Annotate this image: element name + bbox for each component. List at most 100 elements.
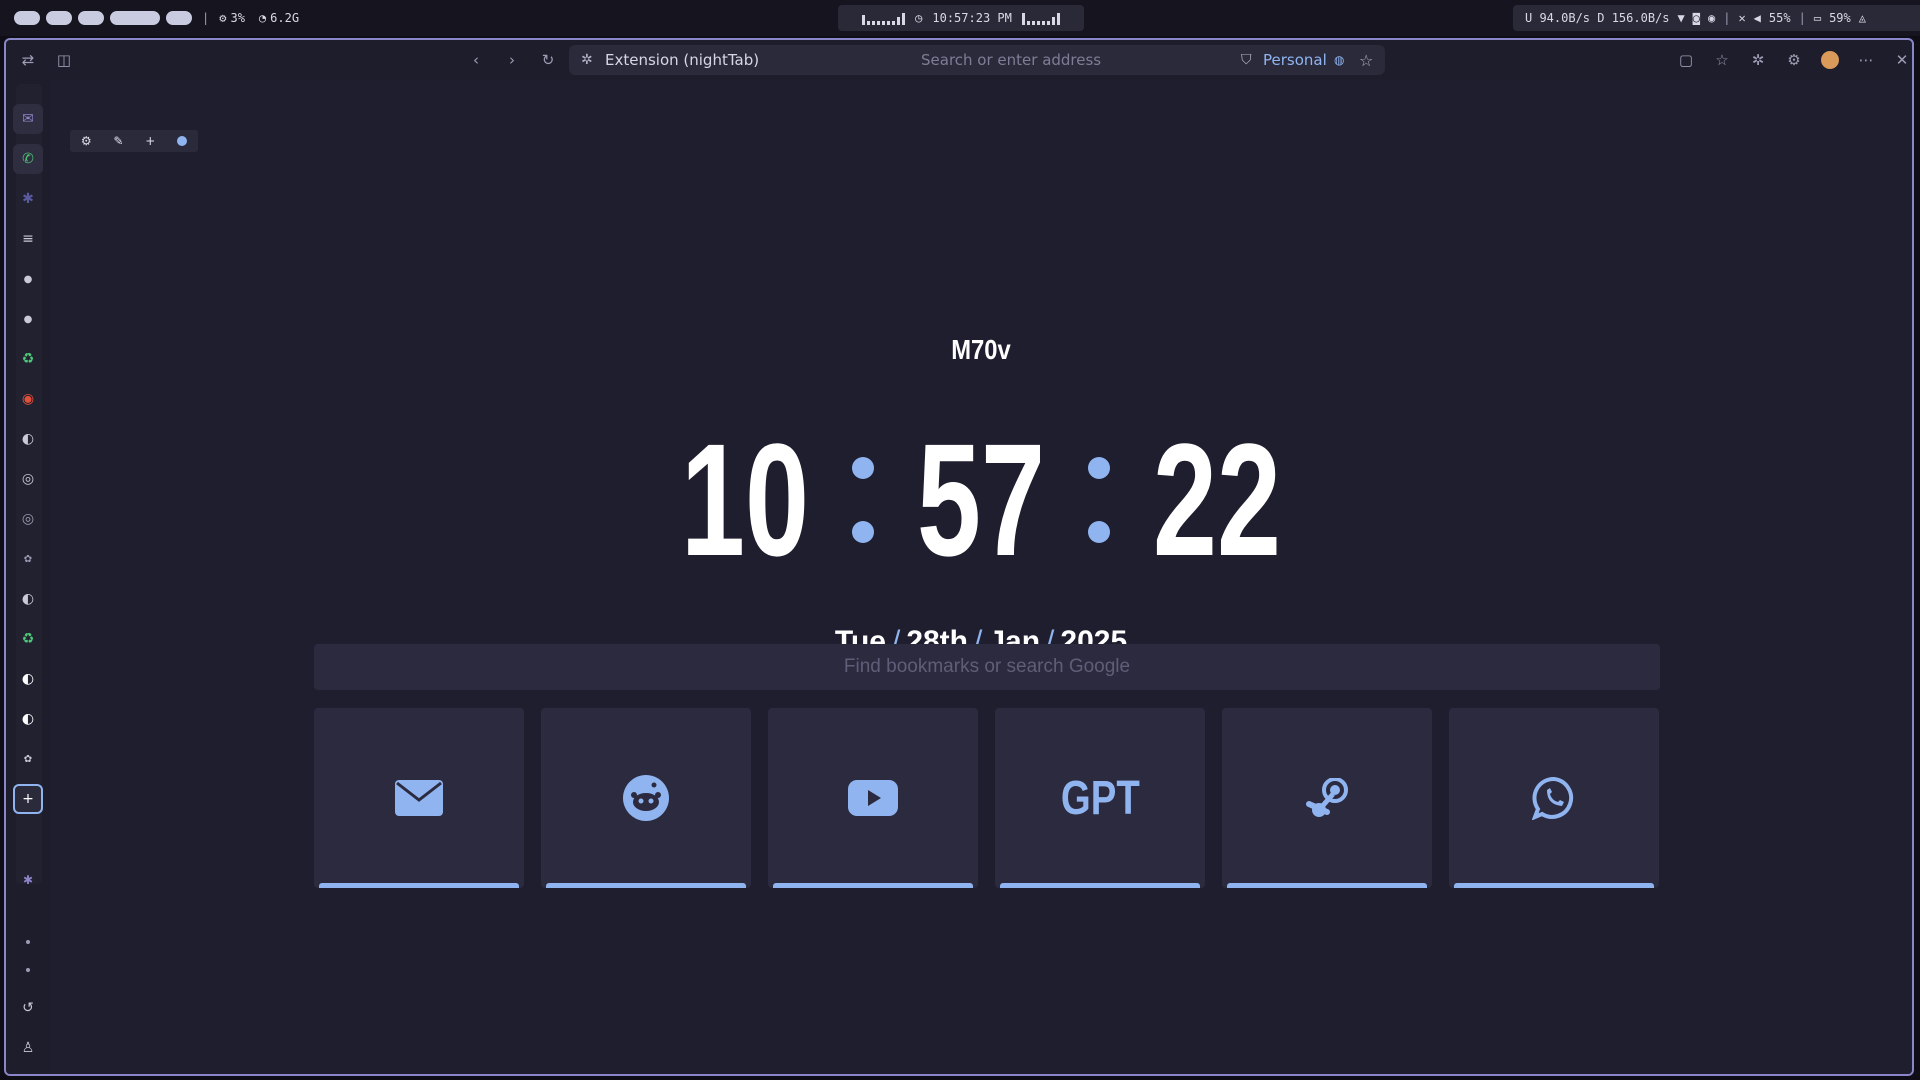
reddit-icon	[623, 775, 669, 821]
reddit-sidebar-icon[interactable]: ◉	[13, 384, 43, 414]
back-icon[interactable]: ‹	[462, 46, 490, 74]
add-icon[interactable]: +	[145, 134, 155, 148]
container-label[interactable]: Personal	[1263, 51, 1327, 69]
bookmark-tile-mail[interactable]	[314, 708, 524, 888]
mic-muted-icon[interactable]: ✕	[1738, 11, 1745, 25]
workspace-5[interactable]	[166, 11, 192, 25]
clock-widget[interactable]: ◷ 10:57:23 PM	[838, 5, 1084, 31]
browser-toolbar: ⇄ ◫ ‹ › ↻ ✲ Extension (nightTab) Search …	[6, 40, 1912, 80]
bookmark-icon[interactable]: ●	[13, 304, 43, 334]
network-speed: U 94.0B/s D 156.0B/s	[1525, 11, 1670, 25]
settings-icon[interactable]: ⚙	[81, 134, 92, 148]
github-icon[interactable]: ◐	[13, 664, 43, 694]
search-input[interactable]: Find bookmarks or search Google	[314, 644, 1660, 690]
chatgpt-icon[interactable]: ✿	[13, 744, 43, 774]
settings-icon[interactable]: ⚙	[1780, 46, 1808, 74]
notification-icon[interactable]: ◬	[1859, 11, 1866, 25]
sidebar-toggle-icon[interactable]: ◫	[50, 46, 78, 74]
swap-icon[interactable]: ⇄	[14, 46, 42, 74]
separator: |	[202, 11, 210, 25]
github-icon[interactable]: ◐	[13, 584, 43, 614]
cpu-usage: ⚙ 3%	[219, 11, 245, 25]
whatsapp-sidebar-icon[interactable]: ✆	[13, 144, 43, 174]
extensions-icon[interactable]: ✲	[1744, 46, 1772, 74]
edit-icon[interactable]: ✎	[113, 134, 123, 148]
bookmark-tile-steam[interactable]	[1222, 708, 1432, 888]
steam-icon	[1306, 778, 1348, 817]
favorites-icon[interactable]: ☆	[1708, 46, 1736, 74]
container-icon[interactable]: ▢	[1672, 46, 1700, 74]
bookmark-grid: GPT	[314, 708, 1660, 888]
system-tray: U 94.0B/s D 156.0B/s ▼ ◙ ◉ | ✕ ◀ 55% | ▭…	[1513, 5, 1920, 31]
podcast-icon[interactable]: ♙	[13, 1033, 43, 1063]
whatsapp-icon	[1532, 776, 1574, 820]
history-icon[interactable]: ↺	[13, 993, 43, 1023]
clock-separator	[1087, 457, 1110, 543]
shield-icon[interactable]: ⛉	[1241, 52, 1252, 68]
wifi-icon[interactable]: ▼	[1678, 11, 1685, 25]
audio-visualizer-left	[862, 11, 906, 25]
download-icon[interactable]: ⤓	[13, 1073, 43, 1074]
battery-icon: ▭	[1813, 11, 1822, 25]
volume-icon[interactable]: ◀	[1754, 11, 1761, 25]
menu-icon[interactable]: ⋯	[1852, 46, 1880, 74]
add-panel-icon[interactable]: +	[13, 784, 43, 814]
clock: 10 57 22	[50, 420, 1912, 580]
dot-icon	[26, 968, 30, 972]
bookmark-tile-gpt[interactable]: GPT	[995, 708, 1205, 888]
volume-level: 55%	[1768, 11, 1791, 25]
chatgpt-icon[interactable]: ✿	[13, 544, 43, 574]
browser-sidebar: ✉ ✆ ✱ ≡ ● ● ♻ ◉ ◐ ◎ ◎ ✿ ◐ ♻ ◐ ◐ ✿ + ✱ ↺ …	[6, 80, 46, 1074]
gauge-icon: ◔	[258, 11, 267, 25]
clock-icon: ◷	[915, 11, 923, 25]
workspace-3[interactable]	[78, 11, 104, 25]
clock-seconds: 22	[1152, 410, 1282, 589]
cpu-icon: ⚙	[219, 11, 227, 25]
separator: |	[1723, 11, 1731, 25]
browser-window: ⇄ ◫ ‹ › ↻ ✲ Extension (nightTab) Search …	[4, 38, 1914, 1076]
clock-hours: 10	[680, 410, 810, 589]
address-input[interactable]: Search or enter address	[921, 51, 1101, 69]
bookmark-tile-youtube[interactable]	[768, 708, 978, 888]
address-bar[interactable]: ✲ Extension (nightTab) Search or enter a…	[569, 45, 1385, 75]
recycle-icon[interactable]: ♻	[13, 344, 43, 374]
battery-level: 59%	[1829, 11, 1851, 25]
forward-icon[interactable]: ›	[498, 46, 526, 74]
bookmark-icon[interactable]: ●	[13, 264, 43, 294]
discord-icon[interactable]: ◙	[1693, 11, 1700, 25]
clock-minutes: 57	[916, 410, 1046, 589]
github-icon[interactable]: ◐	[13, 704, 43, 734]
reload-icon[interactable]: ↻	[534, 46, 562, 74]
separator: |	[1798, 11, 1806, 25]
github-icon[interactable]: ◐	[13, 424, 43, 454]
bug-icon[interactable]: ✱	[13, 865, 43, 895]
globe-icon[interactable]: ◎	[13, 504, 43, 534]
system-status-bar: | ⚙ 3% ◔ 6.2G ◷ 10:57:23 PM U 94.0B/s D …	[0, 0, 1920, 36]
greeting: M70v	[951, 334, 1011, 365]
workspace-2[interactable]	[46, 11, 72, 25]
workspace-indicators[interactable]	[14, 11, 192, 25]
theme-accent-icon[interactable]	[177, 136, 188, 146]
system-time: 10:57:23 PM	[932, 11, 1012, 25]
proton-mail-icon[interactable]: ✉	[13, 104, 43, 134]
clock-separator	[852, 457, 875, 543]
new-tab-page: ⚙ ✎ + M70v 10 57 22 Tue / 28th / Jan / 2…	[50, 80, 1912, 1074]
memory-usage: ◔ 6.2G	[258, 11, 300, 25]
recycle-icon[interactable]: ♻	[13, 624, 43, 654]
workspace-4[interactable]	[110, 11, 160, 25]
search-placeholder: Find bookmarks or search Google	[843, 656, 1131, 677]
bookmark-star-icon[interactable]: ☆	[1359, 51, 1373, 70]
workspace-1[interactable]	[14, 11, 40, 25]
bug-icon[interactable]: ✱	[13, 184, 43, 214]
envelope-icon	[395, 780, 443, 816]
fingerprint-icon: ◍	[1334, 53, 1345, 67]
bookmark-tile-whatsapp[interactable]	[1449, 708, 1659, 888]
bookmark-label: GPT	[1060, 771, 1140, 825]
youtube-icon	[848, 780, 898, 816]
close-icon[interactable]: ✕	[1888, 46, 1912, 74]
avatar[interactable]	[1816, 46, 1844, 74]
bookmark-tile-reddit[interactable]	[541, 708, 751, 888]
database-icon[interactable]: ≡	[13, 224, 43, 254]
globe-icon[interactable]: ◎	[13, 464, 43, 494]
steam-tray-icon[interactable]: ◉	[1708, 11, 1715, 25]
